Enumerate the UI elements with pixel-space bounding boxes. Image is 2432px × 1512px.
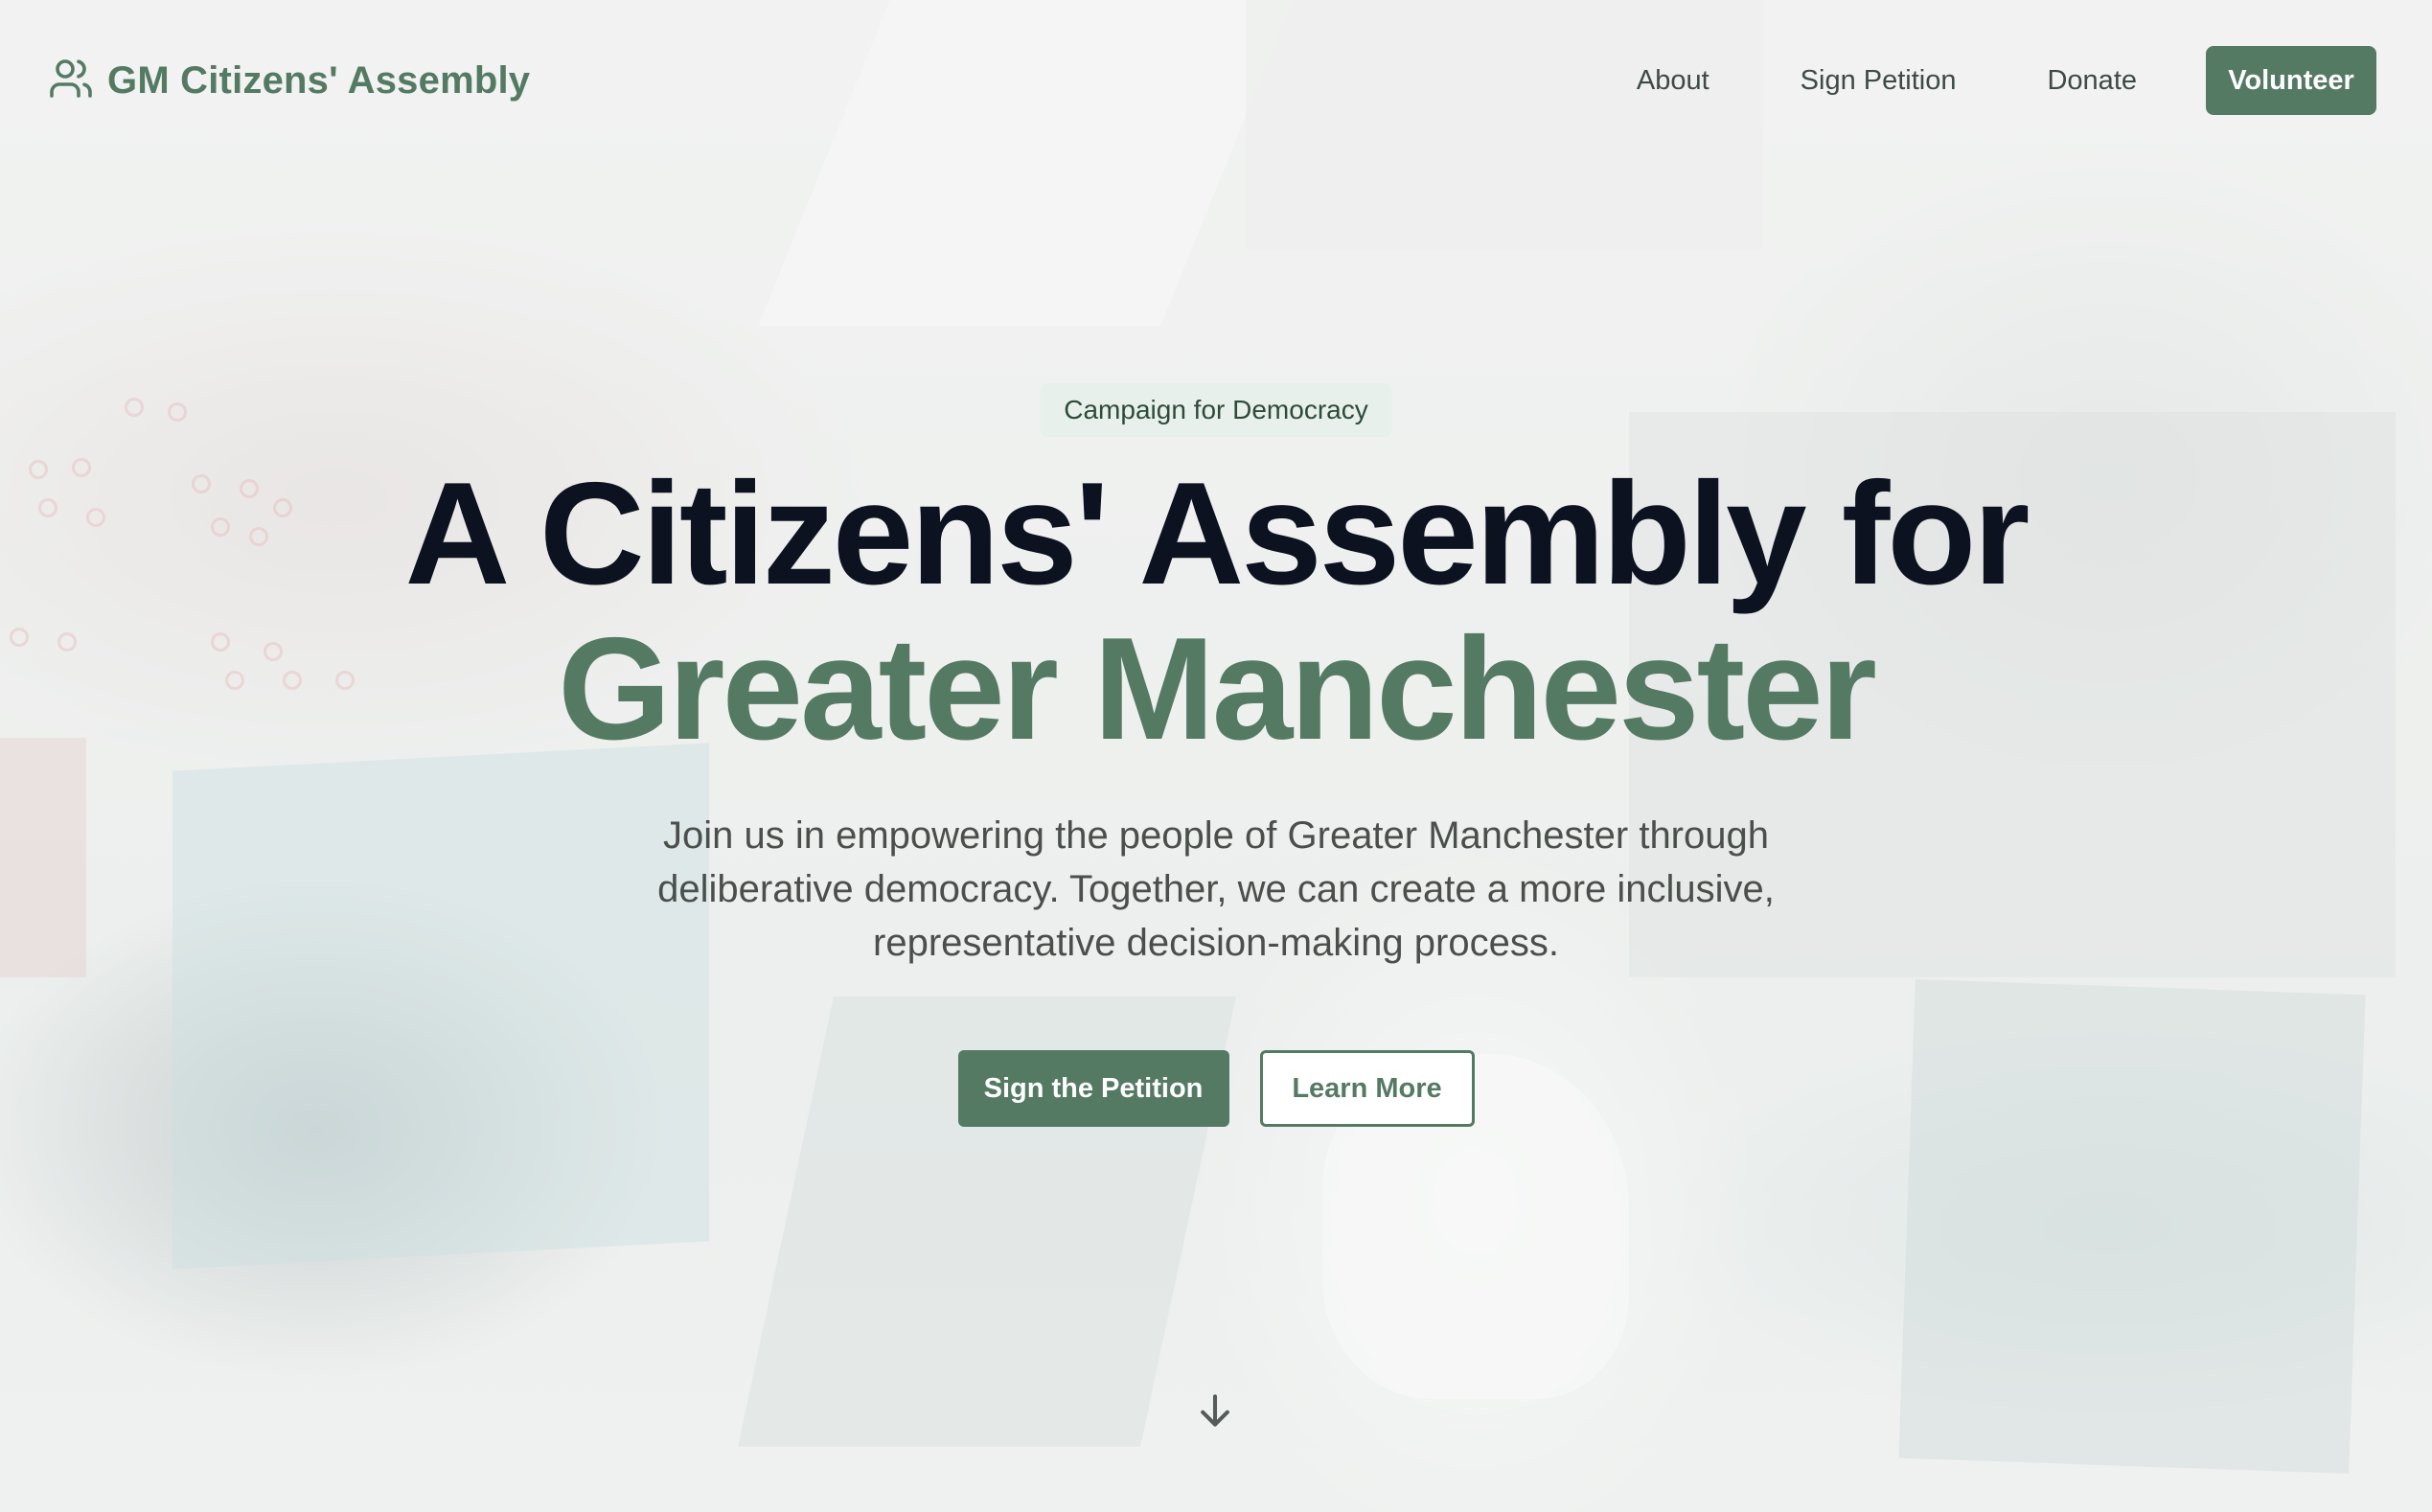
hero-title-line-2: Greater Manchester [558,607,1877,770]
users-icon [48,56,94,106]
volunteer-button[interactable]: Volunteer [2206,46,2376,115]
hero-title-line-1: A Citizens' Assembly for [404,452,2030,615]
campaign-badge: Campaign for Democracy [1041,383,1391,437]
nav-links: About Sign Petition Donate Volunteer [1546,46,2376,115]
top-navigation: GM Citizens' Assembly About Sign Petitio… [0,0,2432,161]
hero-actions: Sign the Petition Learn More [0,1050,2432,1127]
nav-link-donate[interactable]: Donate [2047,65,2137,97]
sign-petition-button[interactable]: Sign the Petition [957,1050,1229,1127]
nav-link-sign-petition[interactable]: Sign Petition [1801,65,1957,97]
hero-subtitle: Join us in empowering the people of Grea… [657,814,1775,964]
brand-logo[interactable]: GM Citizens' Assembly [48,56,530,105]
hero-section: Campaign for Democracy A Citizens' Assem… [0,383,2432,1127]
nav-link-about[interactable]: About [1637,65,1709,97]
hero-title: A Citizens' Assembly for Greater Manches… [0,456,2432,767]
arrow-down-icon[interactable] [1194,1389,1236,1432]
learn-more-button[interactable]: Learn More [1259,1050,1475,1127]
brand-name: GM Citizens' Assembly [107,58,531,102]
